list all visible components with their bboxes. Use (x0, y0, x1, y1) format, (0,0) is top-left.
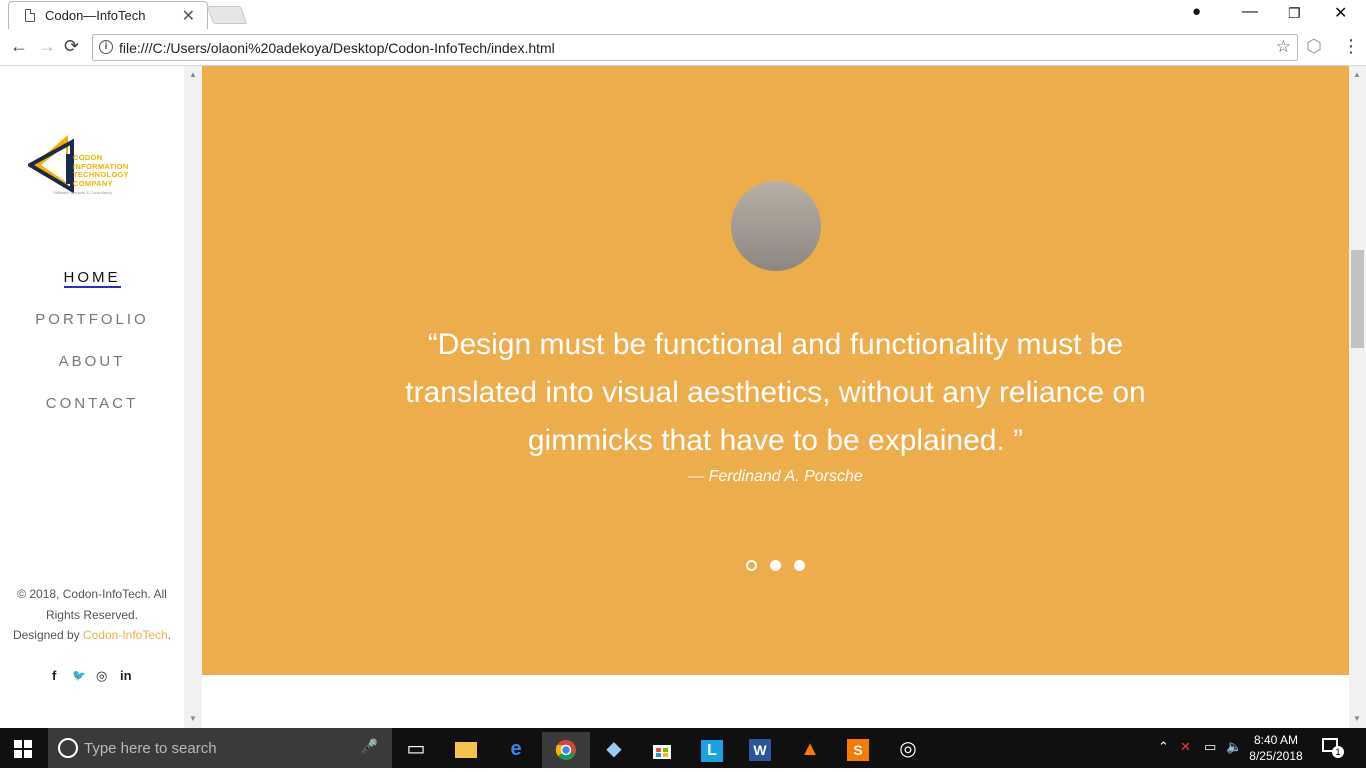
tab-title: Codon—InfoTech (45, 8, 146, 23)
scroll-up-icon[interactable]: ▲ (1353, 70, 1361, 79)
sublime-text-icon[interactable]: S (834, 732, 882, 768)
scrollbar-thumb[interactable] (1351, 250, 1364, 348)
extension-icon[interactable]: ⬡ (1306, 36, 1322, 57)
windows-taskbar: Type here to search 🎤 ▭ e ◆ L W ▲ S ◎ ⌃ … (0, 728, 1366, 768)
url-text[interactable]: file:///C:/Users/olaoni%20adekoya/Deskto… (119, 40, 555, 56)
network-icon[interactable]: ✕ (1180, 739, 1191, 755)
linkedin-icon[interactable]: in (120, 668, 132, 683)
volume-icon[interactable]: 🔈 (1226, 739, 1242, 755)
cortana-icon (58, 738, 78, 758)
browser-menu-icon[interactable]: ⋮ (1342, 36, 1360, 57)
microphone-icon[interactable]: 🎤 (361, 738, 378, 755)
profile-icon[interactable]: ● (1192, 3, 1201, 20)
groove-music-icon[interactable]: ◎ (884, 732, 932, 768)
sidebar-scroll-up-icon[interactable]: ▲ (189, 70, 197, 79)
social-links: f 🐦 ◎ in (48, 668, 138, 686)
nav-contact[interactable]: CONTACT (0, 395, 184, 412)
taskbar-search[interactable]: Type here to search 🎤 (48, 728, 392, 768)
facebook-icon[interactable]: f (52, 668, 56, 683)
sidebar: CODON INFORMATION TECHNOLOGY COMPANY Sof… (0, 66, 184, 728)
scroll-down-icon[interactable]: ▼ (1353, 714, 1361, 723)
logo[interactable]: CODON INFORMATION TECHNOLOGY COMPANY Sof… (25, 132, 158, 202)
clock-time: 8:40 AM (1253, 733, 1299, 747)
designer-link[interactable]: Codon-InfoTech (83, 628, 168, 642)
taskbar-clock[interactable]: 8:40 AM 8/25/2018 (1244, 732, 1308, 764)
slider-dot-3[interactable] (794, 560, 805, 571)
new-tab-button[interactable] (206, 6, 248, 24)
browser-tab[interactable]: Codon—InfoTech ✕ (8, 1, 208, 29)
clock-date: 8/25/2018 (1249, 749, 1303, 763)
search-placeholder: Type here to search (84, 740, 217, 757)
testimonial-author: — Ferdinand A. Porsche (688, 468, 863, 485)
chrome-icon[interactable] (542, 732, 590, 768)
bookmark-star-icon[interactable]: ☆ (1276, 37, 1291, 57)
maximize-button[interactable]: ❐ (1288, 5, 1301, 22)
window-close-button[interactable]: ✕ (1334, 3, 1347, 23)
copyright-text: © 2018, Codon-InfoTech. All Rights Reser… (17, 587, 167, 622)
store-icon[interactable] (638, 732, 686, 768)
testimonial-quote: “Design must be functional and functiona… (405, 328, 1146, 457)
tray-expand-icon[interactable]: ⌃ (1158, 739, 1169, 755)
file-explorer-icon[interactable] (442, 732, 490, 768)
sidebar-scrollbar[interactable]: ▲ ▼ (184, 66, 202, 728)
next-section (202, 675, 1349, 728)
edge-icon[interactable]: e (492, 732, 540, 768)
windows-start-icon[interactable] (14, 740, 32, 758)
sidebar-footer: © 2018, Codon-InfoTech. All Rights Reser… (0, 584, 184, 646)
notification-count: 1 (1332, 746, 1344, 758)
twitter-icon[interactable]: 🐦 (72, 669, 86, 682)
sidebar-scroll-down-icon[interactable]: ▼ (189, 714, 197, 723)
tab-bar: Codon—InfoTech ✕ ● — ❐ ✕ (0, 0, 1366, 29)
close-tab-icon[interactable]: ✕ (182, 6, 195, 26)
nav-home-underline (64, 286, 121, 288)
action-center-icon[interactable]: 1 (1322, 738, 1344, 758)
testimonial-slider: “Design must be functional and functiona… (202, 66, 1349, 675)
logo-line-4: COMPANY (73, 178, 113, 188)
info-icon[interactable]: i (99, 40, 113, 54)
forward-button[interactable]: → (38, 36, 56, 57)
page-scrollbar[interactable]: ▲ ▼ (1349, 66, 1366, 728)
instagram-icon[interactable]: ◎ (96, 668, 107, 684)
page-icon (25, 9, 35, 22)
minimize-button[interactable]: — (1242, 3, 1258, 21)
nav-portfolio[interactable]: PORTFOLIO (0, 311, 184, 328)
logo-tagline: Software Services & Consultancy (53, 190, 113, 195)
task-view-icon[interactable]: ▭ (392, 732, 440, 768)
nav-home[interactable]: HOME (0, 269, 184, 286)
footer-period: . (167, 628, 172, 642)
address-bar[interactable]: i file:///C:/Users/olaoni%20adekoya/Desk… (92, 34, 1298, 61)
lens-app-icon[interactable]: L (688, 732, 736, 768)
box-app-icon[interactable]: ◆ (590, 732, 638, 768)
author-avatar (731, 181, 821, 271)
designed-by-text: Designed by (12, 628, 83, 642)
word-icon[interactable]: W (736, 732, 784, 768)
battery-icon[interactable]: ▭ (1204, 739, 1216, 755)
reload-button[interactable]: ⟳ (64, 36, 79, 57)
back-button[interactable]: ← (10, 36, 28, 57)
slider-dot-2[interactable] (770, 560, 781, 571)
slider-dot-1[interactable] (746, 560, 757, 571)
nav-about[interactable]: ABOUT (0, 353, 184, 370)
vlc-icon[interactable]: ▲ (786, 732, 834, 768)
